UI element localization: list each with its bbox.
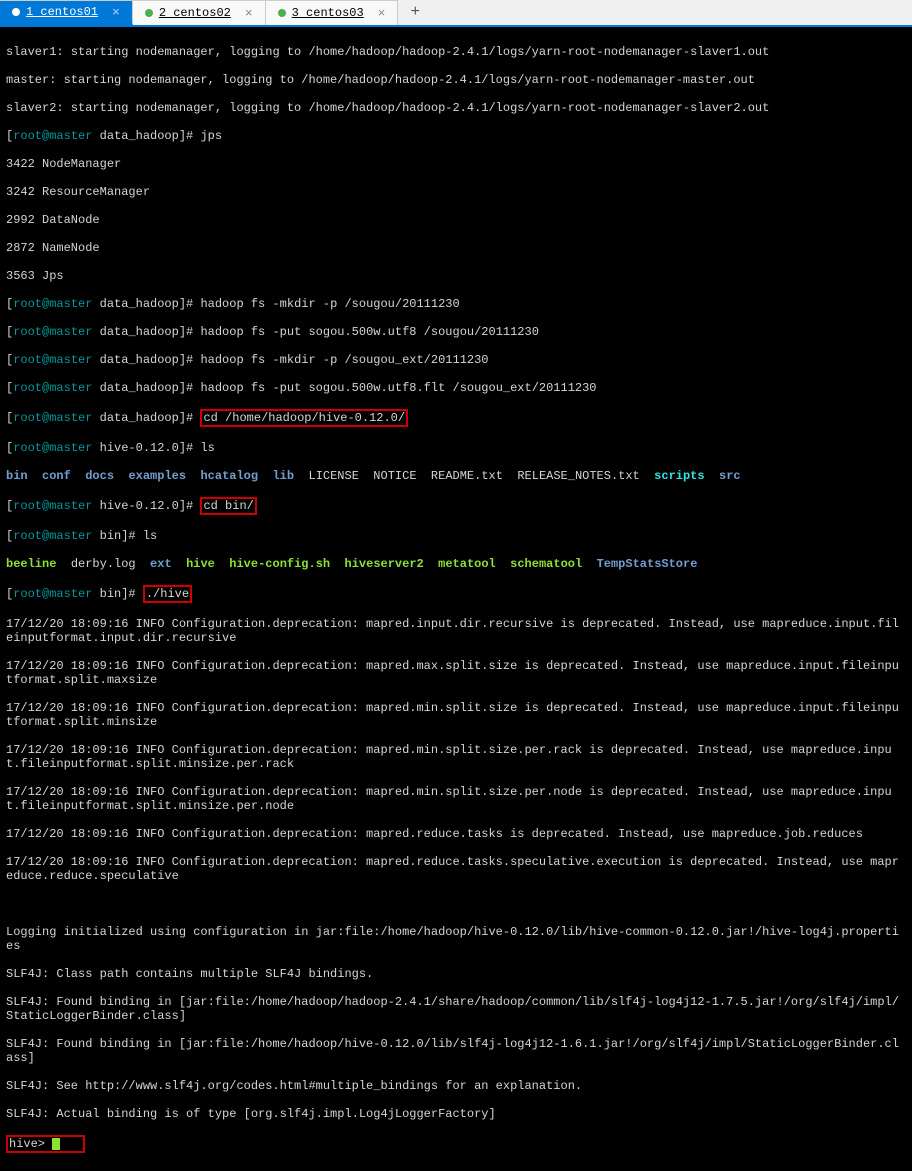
add-tab-button[interactable]: + <box>398 0 432 25</box>
prompt-line: [root@master hive-0.12.0]# ls <box>6 441 906 455</box>
tab-label: 1 centos01 <box>26 5 98 19</box>
output-line: slaver2: starting nodemanager, logging t… <box>6 101 906 115</box>
prompt-line: [root@master hive-0.12.0]# cd bin/ <box>6 497 906 515</box>
prompt-line: [root@master data_hadoop]# hadoop fs -mk… <box>6 353 906 367</box>
prompt-line: [root@master data_hadoop]# hadoop fs -pu… <box>6 325 906 339</box>
prompt-line: [root@master data_hadoop]# jps <box>6 129 906 143</box>
ls-output: beeline derby.log ext hive hive-config.s… <box>6 557 906 571</box>
highlight-run-hive: ./hive <box>143 585 192 603</box>
output-line: SLF4J: Actual binding is of type [org.sl… <box>6 1107 906 1121</box>
tab-centos02[interactable]: 2 centos02 × <box>133 0 266 25</box>
tab-label: 2 centos02 <box>159 6 231 20</box>
output-line: 17/12/20 18:09:16 INFO Configuration.dep… <box>6 701 906 729</box>
cursor-icon <box>52 1138 60 1150</box>
output-line: SLF4J: Class path contains multiple SLF4… <box>6 967 906 981</box>
output-line: 17/12/20 18:09:16 INFO Configuration.dep… <box>6 743 906 771</box>
output-line: 3242 ResourceManager <box>6 185 906 199</box>
ls-output: bin conf docs examples hcatalog lib LICE… <box>6 469 906 483</box>
output-line: Logging initialized using configuration … <box>6 925 906 953</box>
status-dot-icon <box>145 9 153 17</box>
output-line: 3563 Jps <box>6 269 906 283</box>
output-line: 2992 DataNode <box>6 213 906 227</box>
output-line: 17/12/20 18:09:16 INFO Configuration.dep… <box>6 827 906 841</box>
close-icon[interactable]: × <box>112 6 120 19</box>
status-dot-icon <box>12 8 20 16</box>
output-line <box>6 897 906 911</box>
highlight-hive-prompt: hive> <box>6 1135 85 1153</box>
terminal-output[interactable]: slaver1: starting nodemanager, logging t… <box>0 27 912 1171</box>
output-line: 17/12/20 18:09:16 INFO Configuration.dep… <box>6 659 906 687</box>
output-line: master: starting nodemanager, logging to… <box>6 73 906 87</box>
output-line: 17/12/20 18:09:16 INFO Configuration.dep… <box>6 617 906 645</box>
highlight-cd-hive: cd /home/hadoop/hive-0.12.0/ <box>200 409 408 427</box>
hive-prompt: hive> <box>6 1135 906 1153</box>
tab-bar: 1 centos01 × 2 centos02 × 3 centos03 × + <box>0 0 912 27</box>
tab-label: 3 centos03 <box>292 6 364 20</box>
close-icon[interactable]: × <box>245 7 253 20</box>
output-line: SLF4J: Found binding in [jar:file:/home/… <box>6 1037 906 1065</box>
prompt-line: [root@master data_hadoop]# hadoop fs -mk… <box>6 297 906 311</box>
tab-centos01[interactable]: 1 centos01 × <box>0 0 133 25</box>
output-line: SLF4J: See http://www.slf4j.org/codes.ht… <box>6 1079 906 1093</box>
output-line: 3422 NodeManager <box>6 157 906 171</box>
tab-centos03[interactable]: 3 centos03 × <box>266 0 399 25</box>
output-line: 17/12/20 18:09:16 INFO Configuration.dep… <box>6 855 906 883</box>
status-dot-icon <box>278 9 286 17</box>
output-line: 17/12/20 18:09:16 INFO Configuration.dep… <box>6 785 906 813</box>
prompt-line: [root@master data_hadoop]# hadoop fs -pu… <box>6 381 906 395</box>
output-line: SLF4J: Found binding in [jar:file:/home/… <box>6 995 906 1023</box>
output-line: 2872 NameNode <box>6 241 906 255</box>
highlight-cd-bin: cd bin/ <box>200 497 256 515</box>
prompt-line: [root@master data_hadoop]# cd /home/hado… <box>6 409 906 427</box>
prompt-line: [root@master bin]# ls <box>6 529 906 543</box>
prompt-line: [root@master bin]# ./hive <box>6 585 906 603</box>
close-icon[interactable]: × <box>378 7 386 20</box>
output-line: slaver1: starting nodemanager, logging t… <box>6 45 906 59</box>
